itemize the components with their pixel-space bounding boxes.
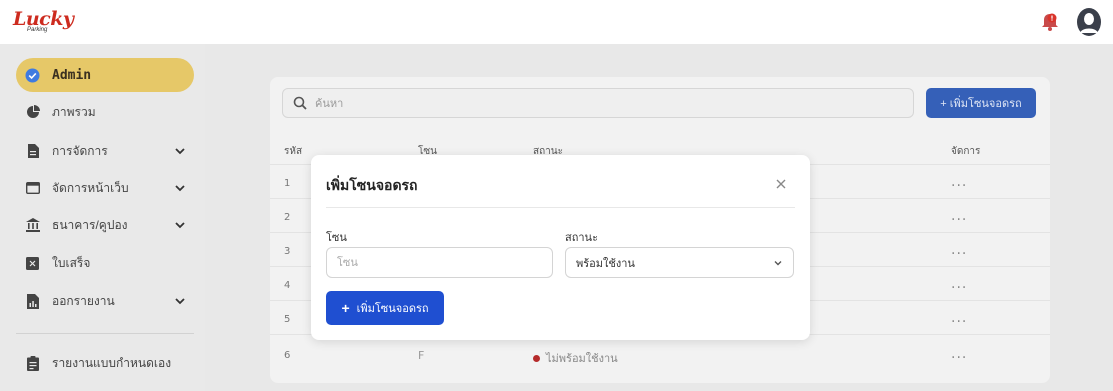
row-actions-menu[interactable]: ... [951,346,967,362]
sidebar-item-webpage[interactable]: จัดการหน้าเว็บ [16,171,194,205]
chevron-down-icon [774,260,782,265]
row-actions-menu[interactable]: ... [951,276,967,292]
zone-field-label: โซน [326,232,347,244]
receipt-icon [25,256,40,271]
clipboard-icon [25,355,40,371]
plus-icon: + [341,300,350,316]
row-actions-menu[interactable]: ... [951,310,967,326]
status-dot-icon [533,354,540,362]
chevron-down-icon [175,185,185,192]
column-header-actions: จัดการ [951,146,981,157]
shield-check-icon [25,68,40,83]
row-id: 3 [284,246,291,257]
status-select[interactable]: พร้อมใช้งาน [565,247,794,278]
sidebar-item-label: การจัดการ [52,143,108,158]
row-actions-menu[interactable]: ... [951,174,967,190]
search-icon [293,96,307,110]
status-select-value: พร้อมใช้งาน [576,257,635,270]
row-id: 6 [284,350,291,361]
row-id: 4 [284,280,291,291]
document-icon [25,144,40,159]
modal-divider [326,207,795,208]
add-zone-modal: เพิ่มโซนจอดรถ โซน สถานะ พร้อมใช้งาน + เพ… [311,155,810,340]
bank-icon [25,218,40,233]
sidebar-item-label: ธนาคาร/คูปอง [52,217,128,232]
sidebar: Admin ภาพรวม การจัดการ จัดการหน้าเว็บ ธน… [0,44,205,391]
row-actions-menu[interactable]: ... [951,242,967,258]
add-zone-button[interactable]: + เพิ่มโซนจอดรถ [926,88,1036,118]
row-actions-menu[interactable]: ... [951,208,967,224]
row-id: 1 [284,178,291,189]
sidebar-item-label: ใบเสร็จ [52,255,91,270]
user-avatar-icon[interactable] [1076,7,1102,37]
submit-add-zone-button[interactable]: + เพิ่มโซนจอดรถ [326,291,444,325]
sidebar-item-admin[interactable]: Admin [16,58,194,92]
sidebar-item-label: จัดการหน้าเว็บ [52,180,129,195]
report-icon [25,293,40,309]
search-box[interactable]: ค้นหา [282,88,914,118]
submit-label: เพิ่มโซนจอดรถ [356,303,429,315]
column-header-id: รหัส [284,146,303,157]
sidebar-item-label: ออกรายงาน [52,293,115,308]
sidebar-item-receipt[interactable]: ใบเสร็จ [16,246,194,280]
sidebar-item-label: รายงานแบบกำหนดเอง [52,355,172,370]
row-status-text: ไม่พร้อมใช้งาน [546,353,618,365]
row-zone: F [418,349,425,362]
window-icon [25,181,40,196]
bell-icon[interactable] [1040,10,1060,32]
sidebar-item-bank-coupon[interactable]: ธนาคาร/คูปอง [16,208,194,242]
chevron-down-icon [175,298,185,305]
close-icon[interactable] [774,177,788,191]
sidebar-item-reports[interactable]: ออกรายงาน [16,284,194,318]
chevron-down-icon [175,148,185,155]
sidebar-item-custom-report[interactable]: รายงานแบบกำหนดเอง [16,346,194,380]
logo-subtext: Parking [27,27,48,33]
sidebar-divider [16,333,194,334]
row-status: ไม่พร้อมใช้งาน [533,349,618,367]
sidebar-item-label: Admin [52,67,92,83]
sidebar-item-overview[interactable]: ภาพรวม [16,95,194,129]
pie-chart-icon [25,105,40,120]
modal-title: เพิ่มโซนจอดรถ [326,177,418,193]
chevron-down-icon [175,222,185,229]
row-id: 5 [284,314,291,325]
zone-input[interactable] [326,247,553,278]
top-bar: Lucky Parking [0,0,1113,44]
status-field-label: สถานะ [565,232,598,244]
sidebar-item-management[interactable]: การจัดการ [16,134,194,168]
sidebar-item-label: ภาพรวม [52,104,96,119]
brand-logo[interactable]: Lucky Parking [13,8,74,36]
search-placeholder: ค้นหา [315,98,344,110]
row-id: 2 [284,212,291,223]
